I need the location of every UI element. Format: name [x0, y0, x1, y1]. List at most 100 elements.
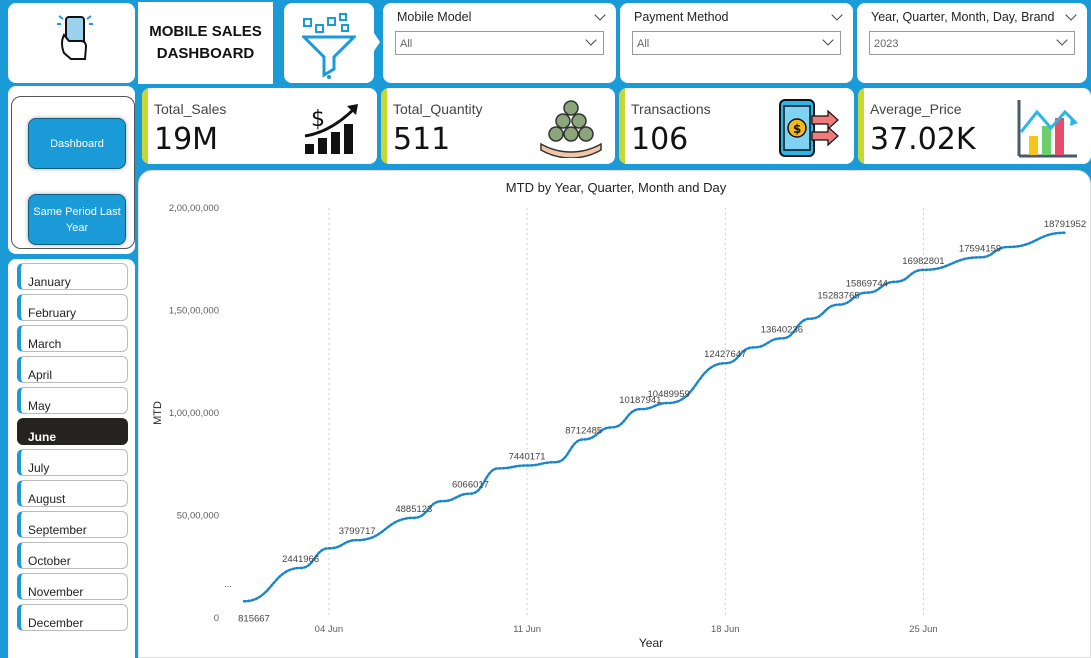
dashboard-button[interactable]: Dashboard: [28, 118, 126, 169]
data-label: 18791952: [1044, 219, 1086, 230]
chart-title: MTD by Year, Quarter, Month and Day: [506, 180, 727, 195]
month-label: November: [28, 585, 84, 599]
x-tick-label: 11 Jun: [513, 624, 541, 635]
month-item-april[interactable]: April: [17, 356, 128, 383]
kpi-average-price: Average_Price 37.02K: [858, 88, 1091, 164]
chevron-down-icon: [1056, 34, 1068, 46]
month-item-may[interactable]: May: [17, 387, 128, 414]
data-label: 8712485: [565, 425, 602, 436]
kpi-accent-bar: [381, 88, 387, 164]
date-hierarchy-slicer[interactable]: Year, Quarter, Month, Day, Brand 2023: [857, 3, 1087, 83]
month-label: August: [28, 492, 66, 506]
month-item-march[interactable]: March: [17, 325, 128, 352]
filter-panel[interactable]: [284, 3, 374, 83]
y-tick-label: 1,50,00,000: [169, 306, 219, 317]
data-label: 2441966: [282, 554, 319, 565]
phone-payment-icon: $: [779, 99, 839, 157]
month-item-december[interactable]: December: [17, 604, 128, 631]
data-label-ellipsis: ...: [224, 579, 232, 589]
x-axis-title: Year: [639, 636, 663, 650]
kpi-transactions: Transactions 106 $: [619, 88, 854, 164]
data-label: 815667: [238, 613, 270, 624]
kpi-label: Average_Price: [870, 101, 962, 117]
kpi-total-quantity: Total_Quantity 511: [381, 88, 615, 164]
y-tick-label: 50,00,000: [177, 511, 219, 522]
month-label: December: [28, 616, 84, 630]
payment-method-slicer[interactable]: Payment Method All: [620, 3, 853, 83]
month-label: May: [28, 399, 51, 413]
y-axis-title: MTD: [152, 401, 164, 425]
kpi-value: 19M: [154, 122, 219, 157]
x-tick-label: 25 Jun: [909, 624, 938, 635]
chevron-down-icon[interactable]: [594, 9, 606, 21]
funnel-filter-icon: [302, 13, 356, 79]
month-label: July: [28, 461, 50, 475]
same-period-last-year-button[interactable]: Same Period Last Year: [28, 194, 126, 245]
month-label: September: [28, 523, 87, 537]
payment-method-dropdown[interactable]: All: [632, 31, 841, 55]
data-label: 12427647: [704, 349, 746, 360]
date-hierarchy-dropdown[interactable]: 2023: [869, 31, 1075, 55]
dashboard-title: MOBILE SALES DASHBOARD: [138, 2, 273, 84]
data-label: 17594159: [959, 243, 1001, 254]
slicer-title: Mobile Model: [397, 10, 472, 24]
data-label: 4885123: [395, 504, 432, 515]
month-slicer: January February March April May June July Augu…: [8, 259, 135, 658]
month-item-june[interactable]: June: [17, 418, 128, 445]
dropdown-value: All: [400, 38, 413, 50]
mobile-model-slicer[interactable]: Mobile Model All: [383, 3, 616, 83]
mobile-model-dropdown[interactable]: All: [395, 31, 604, 55]
x-tick-label: 04 Jun: [315, 624, 344, 635]
kpi-accent-bar: [142, 88, 148, 164]
chevron-down-icon: [822, 34, 834, 46]
kpi-accent-bar: [619, 88, 625, 164]
data-label: 15869744: [846, 279, 888, 290]
x-tick-label: 18 Jun: [711, 624, 740, 635]
dashboard-title-text: MOBILE SALES DASHBOARD: [149, 23, 262, 62]
kpi-value: 511: [393, 122, 451, 157]
kpi-label: Total_Quantity: [393, 101, 483, 117]
month-item-november[interactable]: November: [17, 573, 128, 600]
data-label: 6066017: [452, 480, 489, 491]
navigation-panel: Dashboard Same Period Last Year: [8, 86, 135, 254]
navigation-group: Dashboard Same Period Last Year: [11, 96, 135, 249]
month-item-august[interactable]: August: [17, 480, 128, 507]
chevron-down-icon[interactable]: [1065, 9, 1077, 21]
kpi-total-sales: Total_Sales 19M $: [142, 88, 377, 164]
month-item-october[interactable]: October: [17, 542, 128, 569]
month-label: June: [28, 430, 57, 444]
kpi-label: Transactions: [631, 101, 711, 117]
mtd-series-line: [242, 231, 1067, 603]
kpi-value: 37.02K: [870, 122, 976, 157]
month-item-february[interactable]: February: [17, 294, 128, 321]
chart-canvas: MTD by Year, Quarter, Month and Day Year M…: [152, 180, 1086, 650]
month-label: October: [28, 554, 71, 568]
data-label: 15283765: [817, 291, 859, 302]
month-item-september[interactable]: September: [17, 511, 128, 538]
mtd-line-chart: MTD by Year, Quarter, Month and Day Year M…: [138, 170, 1091, 658]
month-item-july[interactable]: July: [17, 449, 128, 476]
data-label: 10489959: [648, 389, 690, 400]
coins-hand-icon: [540, 100, 602, 158]
logo-panel: [8, 3, 135, 83]
slicer-title: Payment Method: [634, 10, 729, 24]
filter-pointer: [372, 30, 380, 54]
kpi-accent-bar: [858, 88, 864, 164]
bar-chart-icon: [1017, 100, 1078, 158]
data-label: 3799717: [339, 526, 376, 537]
month-item-january[interactable]: January: [17, 263, 128, 290]
chevron-down-icon[interactable]: [831, 9, 843, 21]
data-label: 16982801: [902, 256, 944, 267]
chevron-down-icon: [585, 34, 597, 46]
svg-text:$: $: [793, 122, 801, 136]
dropdown-value: 2023: [874, 38, 899, 50]
svg-text:$: $: [311, 107, 325, 132]
y-tick-label: 1,00,00,000: [169, 408, 219, 419]
y-tick-label: 2,00,00,000: [169, 203, 219, 214]
slicer-title: Year, Quarter, Month, Day, Brand: [871, 10, 1055, 24]
dropdown-value: All: [637, 38, 650, 50]
month-label: February: [28, 306, 77, 320]
data-label: 13640236: [761, 324, 803, 335]
kpi-value: 106: [631, 122, 689, 157]
month-label: January: [28, 275, 71, 289]
